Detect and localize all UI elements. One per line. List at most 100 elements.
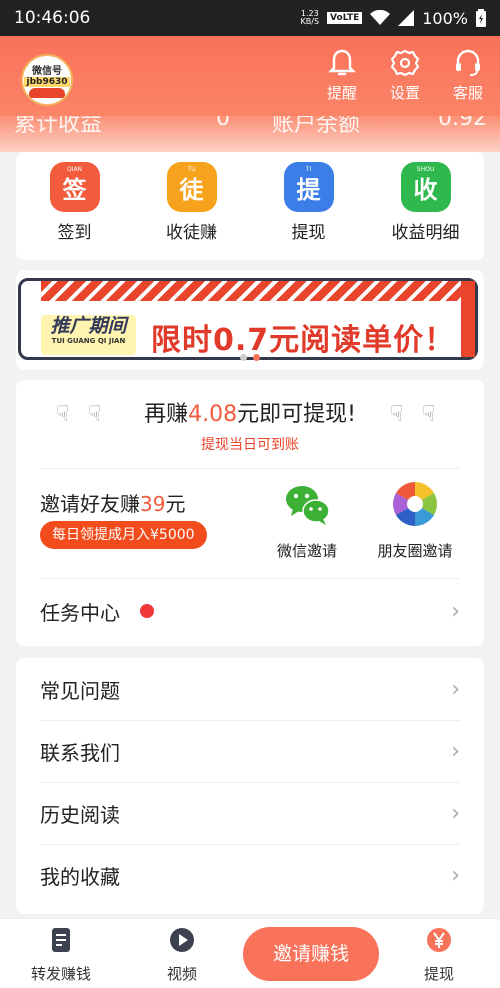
invite-title: 邀请好友赚39元 bbox=[40, 488, 185, 517]
volte-icon: VoLTE bbox=[327, 12, 363, 24]
moments-invite-button[interactable]: 朋友圈邀请 bbox=[370, 480, 460, 561]
status-time: 10:46:06 bbox=[14, 8, 91, 28]
app-header: 微信号 jbb9630 提醒 设置 客服 bbox=[0, 36, 500, 116]
banner-frame: 推广期间 TUI GUANG QI JIAN 限时0.7元阅读单价！ bbox=[18, 278, 478, 360]
banner-edge bbox=[461, 281, 475, 357]
withdraw-suffix: 元即可提现! bbox=[237, 402, 356, 427]
pointing-hand-icon: ☟ bbox=[422, 402, 436, 427]
wechat-icon bbox=[286, 486, 330, 525]
status-bar: 10:46:06 1.23 KB/S VoLTE 100% bbox=[0, 0, 500, 36]
withdraw-icon: TI 提 bbox=[283, 162, 334, 212]
quick-action-1[interactable]: TU 徒收徒赚 bbox=[142, 162, 242, 260]
list-item-label: 联系我们 bbox=[40, 740, 120, 765]
quick-action-label: 收徒赚 bbox=[166, 223, 217, 243]
network-speed-unit: KB/S bbox=[300, 17, 320, 26]
list-item[interactable]: 常见问题 › bbox=[40, 658, 460, 720]
chevron-right-icon: › bbox=[451, 738, 460, 764]
wechat-invite-button[interactable]: 微信邀请 bbox=[262, 480, 352, 561]
quick-action-glyph: 收 bbox=[413, 175, 438, 204]
invite-badge: 每日领提成月入¥5000 bbox=[40, 521, 207, 549]
nav-withdraw-label: 提现 bbox=[423, 965, 454, 983]
quick-action-pinyin: TI bbox=[305, 166, 312, 173]
nav-video[interactable]: 视频 bbox=[137, 927, 227, 984]
nav-forward-earn[interactable]: 转发赚钱 bbox=[16, 927, 106, 984]
promo-tag-pinyin: TUI GUANG QI JIAN bbox=[51, 337, 126, 345]
carousel-dots[interactable] bbox=[240, 354, 260, 361]
quick-action-label: 收益明细 bbox=[391, 223, 460, 243]
invite-title-prefix: 邀请好友赚 bbox=[40, 492, 140, 516]
menu-list: 常见问题 › 联系我们 › 历史阅读 › 我的收藏 › bbox=[16, 658, 484, 914]
carousel-dot-active[interactable] bbox=[253, 354, 260, 361]
total-income-value: 0 bbox=[216, 116, 230, 131]
chevron-right-icon: › bbox=[451, 800, 460, 826]
wifi-icon bbox=[370, 10, 391, 25]
carousel-dot[interactable] bbox=[240, 354, 247, 361]
pointing-hand-icon: ☟ bbox=[390, 402, 404, 427]
settings-button[interactable]: 设置 bbox=[381, 48, 429, 103]
quick-action-0[interactable]: QIAN 签签到 bbox=[25, 162, 125, 260]
wechat-invite-label: 微信邀请 bbox=[276, 542, 337, 560]
chevron-right-icon: › bbox=[451, 862, 460, 888]
list-item-label: 常见问题 bbox=[40, 678, 120, 703]
bell-icon bbox=[328, 49, 356, 76]
quick-action-pinyin: SHOU bbox=[416, 166, 435, 173]
play-icon bbox=[170, 928, 194, 952]
divider bbox=[40, 578, 460, 579]
invite-title-amount: 39 bbox=[140, 492, 166, 516]
apprentice-icon: TU 徒 bbox=[166, 162, 217, 212]
balance-label: 账户余额 bbox=[272, 116, 361, 137]
total-income-label: 累计收益 bbox=[14, 116, 103, 137]
banner-stripes bbox=[41, 281, 475, 301]
list-item-label: 历史阅读 bbox=[40, 802, 120, 827]
settings-label: 设置 bbox=[389, 84, 420, 102]
logo-text: 微信号 bbox=[32, 66, 62, 77]
invite-earn-button[interactable]: 邀请赚钱 bbox=[243, 927, 379, 981]
chevron-right-icon: › bbox=[451, 598, 460, 624]
withdraw-amount: 4.08 bbox=[188, 402, 238, 427]
customer-service-button[interactable]: 客服 bbox=[444, 48, 492, 103]
nav-video-label: 视频 bbox=[166, 965, 197, 983]
list-item[interactable]: 联系我们 › bbox=[40, 720, 460, 782]
divider bbox=[40, 468, 460, 469]
remind-button[interactable]: 提醒 bbox=[318, 48, 366, 103]
quick-action-2[interactable]: TI 提提现 bbox=[259, 162, 359, 260]
quick-actions: QIAN 签签到 TU 徒收徒赚 TI 提提现 SHOU 收收益明细 bbox=[16, 152, 484, 260]
list-item-label: 我的收藏 bbox=[40, 864, 120, 889]
signal-icon bbox=[398, 10, 415, 26]
service-label: 客服 bbox=[452, 84, 483, 102]
quick-action-3[interactable]: SHOU 收收益明细 bbox=[376, 162, 476, 260]
chevron-right-icon: › bbox=[451, 676, 460, 702]
notification-dot bbox=[140, 604, 154, 618]
battery-percent: 100% bbox=[422, 8, 468, 28]
quick-action-pinyin: TU bbox=[187, 166, 196, 173]
quick-action-glyph: 签 bbox=[62, 175, 87, 204]
checkin-icon: QIAN 签 bbox=[49, 162, 100, 212]
document-icon bbox=[52, 928, 70, 952]
withdraw-progress-text: 再赚4.08元即可提现! bbox=[16, 396, 484, 428]
moments-icon bbox=[393, 482, 437, 526]
gear-icon bbox=[390, 49, 420, 77]
yuan-icon bbox=[427, 928, 451, 952]
quick-action-glyph: 徒 bbox=[179, 175, 204, 204]
quick-action-glyph: 提 bbox=[296, 175, 321, 204]
battery-icon bbox=[476, 9, 486, 27]
balance-value: 0.92 bbox=[438, 116, 487, 131]
stats-strip: 累计收益 0 账户余额 0.92 bbox=[0, 116, 500, 152]
promo-tag: 推广期间 TUI GUANG QI JIAN bbox=[41, 315, 136, 355]
avatar[interactable]: 微信号 jbb9630 bbox=[21, 54, 73, 106]
list-item[interactable]: 我的收藏 › bbox=[40, 844, 460, 906]
list-item[interactable]: 历史阅读 › bbox=[40, 782, 460, 844]
promo-banner[interactable]: 推广期间 TUI GUANG QI JIAN 限时0.7元阅读单价！ bbox=[16, 270, 484, 370]
promo-tag-title: 推广期间 bbox=[50, 315, 127, 337]
withdraw-subtitle: 提现当日可到账 bbox=[201, 437, 299, 453]
nav-withdraw[interactable]: 提现 bbox=[394, 927, 484, 984]
income-icon: SHOU 收 bbox=[400, 162, 451, 212]
remind-label: 提醒 bbox=[326, 84, 357, 102]
headset-icon bbox=[456, 49, 480, 76]
quick-action-label: 签到 bbox=[57, 223, 92, 243]
withdraw-prefix: 再赚 bbox=[144, 402, 189, 427]
task-center-label: 任务中心 bbox=[40, 600, 120, 625]
quick-action-label: 提现 bbox=[291, 223, 326, 243]
invite-title-suffix: 元 bbox=[165, 492, 186, 516]
task-center-row[interactable]: 任务中心 › bbox=[40, 586, 460, 636]
